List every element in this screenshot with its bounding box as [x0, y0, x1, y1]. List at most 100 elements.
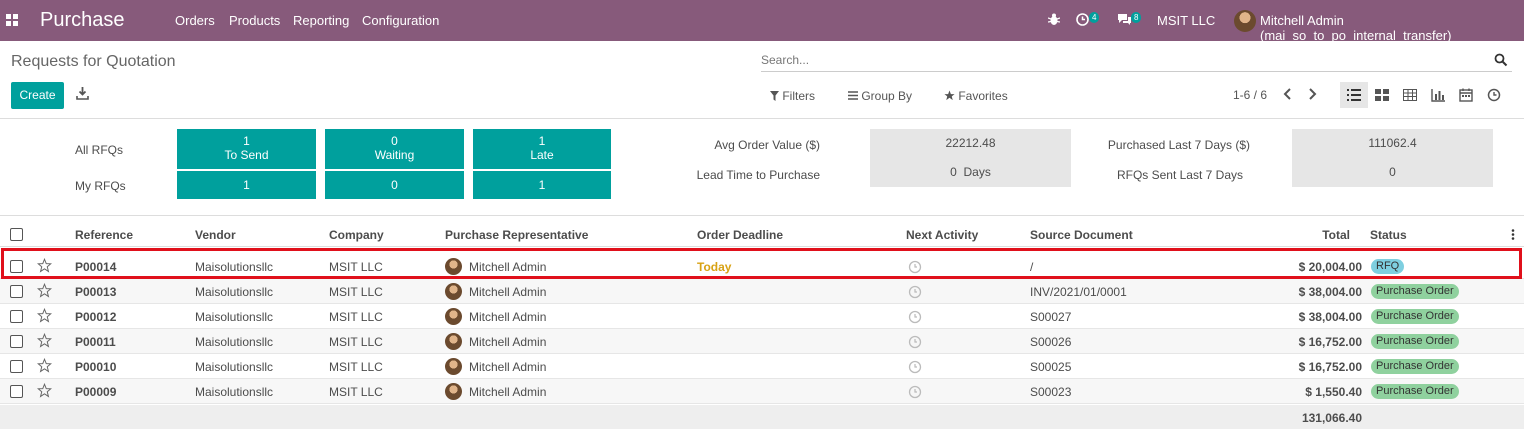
header-order-deadline[interactable]: Order Deadline	[697, 228, 783, 242]
top-navbar: Purchase Orders Products Reporting Confi…	[0, 0, 1524, 43]
app-brand[interactable]: Purchase	[40, 9, 125, 32]
my-rfqs-label: My RFQs	[75, 179, 126, 193]
activity-clock-icon[interactable]	[908, 310, 922, 324]
row-checkbox[interactable]	[10, 335, 23, 348]
row-total: $ 1,550.40	[1305, 385, 1362, 399]
row-representative: Mitchell Admin	[469, 385, 547, 399]
header-source-document[interactable]: Source Document	[1030, 228, 1133, 242]
list-view-button[interactable]	[1340, 82, 1368, 108]
menu-reporting[interactable]: Reporting	[293, 13, 349, 28]
search-input[interactable]	[761, 50, 1481, 70]
row-source-document: INV/2021/01/0001	[1030, 285, 1127, 299]
star-icon[interactable]	[37, 308, 52, 323]
selected-row-highlight	[1, 248, 1522, 279]
rfqs-sent-label: RFQs Sent Last 7 Days	[1116, 168, 1243, 182]
control-panel-divider	[0, 118, 1524, 119]
row-checkbox[interactable]	[10, 385, 23, 398]
table-row[interactable]: P00012 Maisolutionsllc MSIT LLC Mitchell Ad…	[0, 304, 1524, 329]
rfqs-sent-value: 0	[1292, 158, 1493, 187]
calendar-icon	[1459, 88, 1473, 102]
menu-orders[interactable]: Orders	[175, 13, 215, 28]
header-vendor[interactable]: Vendor	[195, 228, 236, 242]
row-representative: Mitchell Admin	[469, 360, 547, 374]
status-badge: Purchase Order	[1371, 334, 1459, 349]
table-row[interactable]: P00009 Maisolutionsllc MSIT LLC Mitchell Ad…	[0, 379, 1524, 404]
avg-order-value: 22212.48	[870, 129, 1071, 158]
activity-view-button[interactable]	[1480, 82, 1508, 108]
breadcrumb-title: Requests for Quotation	[11, 53, 176, 70]
header-status[interactable]: Status	[1370, 228, 1407, 242]
bug-icon[interactable]	[1048, 13, 1060, 26]
table-row[interactable]: P00010 Maisolutionsllc MSIT LLC Mitchell Ad…	[0, 354, 1524, 379]
calendar-view-button[interactable]	[1452, 82, 1480, 108]
header-next-activity[interactable]: Next Activity	[906, 228, 978, 242]
user-avatar[interactable]	[1234, 10, 1256, 32]
activity-clock-icon[interactable]	[908, 335, 922, 349]
menu-configuration[interactable]: Configuration	[362, 13, 439, 28]
header-company[interactable]: Company	[329, 228, 384, 242]
create-button[interactable]: Create	[11, 82, 64, 109]
table-view-icon	[1403, 89, 1417, 101]
star-icon[interactable]	[37, 358, 52, 373]
graph-view-button[interactable]	[1424, 82, 1452, 108]
status-badge: Purchase Order	[1371, 284, 1459, 299]
header-purchase-representative[interactable]: Purchase Representative	[445, 228, 588, 242]
star-icon[interactable]	[37, 383, 52, 398]
activity-clock-icon[interactable]	[908, 385, 922, 399]
tile-late[interactable]: 1 Late	[473, 129, 611, 169]
download-icon[interactable]	[76, 87, 89, 100]
table-row[interactable]: P00013 Maisolutionsllc MSIT LLC Mitchell Ad…	[0, 279, 1524, 304]
header-total[interactable]: Total	[1290, 228, 1350, 242]
activity-clock-icon[interactable]	[1076, 13, 1089, 26]
clock-icon	[1487, 88, 1501, 102]
optional-columns-icon[interactable]	[1511, 229, 1515, 240]
table-row[interactable]: P00011 Maisolutionsllc MSIT LLC Mitchell Ad…	[0, 329, 1524, 354]
favorites-label: Favorites	[958, 89, 1008, 103]
row-vendor: Maisolutionsllc	[195, 285, 274, 299]
pager-next-icon[interactable]	[1306, 86, 1318, 102]
list-icon	[848, 91, 858, 100]
pager-previous-icon[interactable]	[1282, 86, 1294, 102]
row-representative: Mitchell Admin	[469, 335, 547, 349]
tile-my-late[interactable]: 1	[473, 171, 611, 199]
user-menu[interactable]: Mitchell Admin (mai_so_to_po_internal_tr…	[1260, 13, 1524, 43]
row-company: MSIT LLC	[329, 335, 383, 349]
tile-to-send[interactable]: 1 To Send	[177, 129, 316, 169]
row-representative: Mitchell Admin	[469, 285, 547, 299]
row-representative: Mitchell Admin	[469, 310, 547, 324]
row-checkbox[interactable]	[10, 310, 23, 323]
pager-value[interactable]: 1-6 / 6	[1233, 88, 1267, 102]
messages-icon[interactable]	[1117, 13, 1132, 26]
header-reference[interactable]: Reference	[75, 228, 133, 242]
company-switcher[interactable]: MSIT LLC	[1157, 13, 1215, 28]
status-badge: Purchase Order	[1371, 359, 1459, 374]
table-footer: 131,066.40	[0, 405, 1524, 429]
row-checkbox[interactable]	[10, 285, 23, 298]
tile-my-waiting[interactable]: 0	[325, 171, 464, 199]
star-icon[interactable]	[37, 283, 52, 298]
search-icon[interactable]	[1494, 53, 1508, 67]
filters-button[interactable]: Filters	[770, 89, 815, 103]
activity-clock-icon[interactable]	[908, 285, 922, 299]
row-reference: P00010	[75, 360, 117, 374]
row-source-document: S00023	[1030, 385, 1072, 399]
favorites-button[interactable]: Favorites	[944, 89, 1008, 103]
filter-icon	[770, 91, 779, 101]
row-reference: P00009	[75, 385, 117, 399]
menu-products[interactable]: Products	[229, 13, 280, 28]
kanban-view-icon	[1375, 89, 1389, 101]
row-vendor: Maisolutionsllc	[195, 360, 274, 374]
pivot-view-button[interactable]	[1396, 82, 1424, 108]
activity-count-badge: 4	[1089, 12, 1100, 23]
star-icon[interactable]	[37, 333, 52, 348]
kanban-view-button[interactable]	[1368, 82, 1396, 108]
row-reference: P00012	[75, 310, 117, 324]
apps-menu-icon[interactable]	[6, 14, 18, 26]
groupby-button[interactable]: Group By	[848, 89, 912, 103]
select-all-checkbox[interactable]	[10, 228, 23, 241]
rep-avatar	[445, 308, 462, 325]
activity-clock-icon[interactable]	[908, 360, 922, 374]
tile-waiting[interactable]: 0 Waiting	[325, 129, 464, 169]
tile-my-to-send[interactable]: 1	[177, 171, 316, 199]
row-checkbox[interactable]	[10, 360, 23, 373]
